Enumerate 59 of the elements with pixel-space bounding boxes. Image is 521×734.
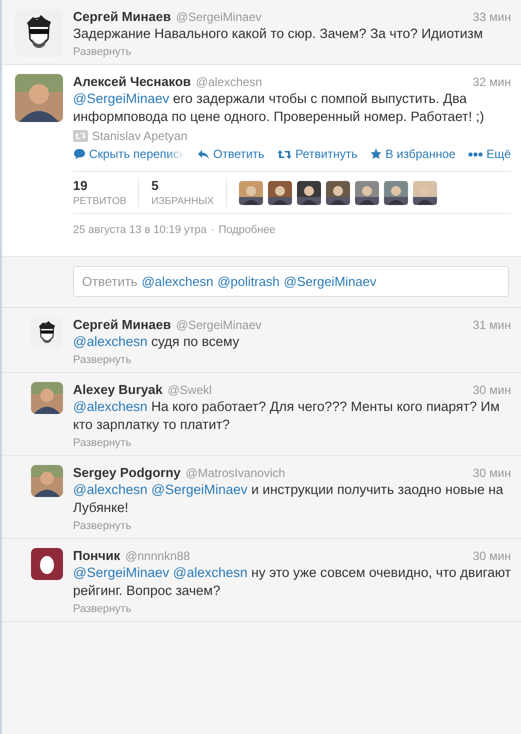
mention-link[interactable]: @alexchesn — [73, 482, 148, 497]
avatar-icon[interactable] — [31, 317, 63, 349]
reply-field[interactable]: Ответить @alexchesn @politrash @SergeiMinaev — [73, 266, 509, 297]
tweet-text: @alexchesn На кого работает? Для чего??? Менты кого пиарят? Им кто зарплатку то платит? — [73, 398, 501, 434]
reply-icon — [197, 148, 210, 160]
author-name[interactable]: Пончик — [73, 548, 120, 563]
separator: · — [210, 224, 214, 236]
tweet-text: @SergeiMinaev @alexchesn ну это уже совсем очевидно, что двигают рейгинг. Вопрос зачем? — [73, 564, 511, 600]
speech-bubble-icon — [73, 148, 86, 160]
tweet-action[interactable]: Ещё — [468, 147, 511, 161]
tweet-text: @alexchesn судя по всему — [73, 333, 240, 351]
tweet-action[interactable]: Скрыть переписк — [73, 147, 184, 161]
timestamp[interactable]: 30 мин — [472, 549, 511, 563]
author-name[interactable]: Сергей Минаев — [73, 9, 171, 24]
tweet-text: @SergeiMinaev его задержали чтобы с помпой выпустить. Два информповода по цене одного. Проверенный номер. Работает! ;) — [73, 90, 486, 126]
tweet-text: Задержание Навального какой то сюр. Зачем? За что? Идиотизм — [73, 25, 484, 43]
tweet-action[interactable]: Ответить — [197, 147, 264, 161]
author-handle[interactable]: @nnnnkn88 — [125, 549, 468, 563]
retweeted-by[interactable]: Stanislav Apetyan — [92, 129, 188, 143]
egg-avatar-icon[interactable] — [31, 548, 63, 580]
mention-link[interactable]: @SergeiMinaev — [73, 91, 170, 106]
timestamp[interactable]: 30 мин — [472, 383, 511, 397]
author-name[interactable]: Sergey Podgorny — [73, 465, 181, 480]
author-name[interactable]: Alexey Buryak — [73, 382, 163, 397]
author-name[interactable]: Алексей Чеснаков — [73, 74, 191, 89]
author-handle[interactable]: @Swekl — [168, 383, 468, 397]
details-link[interactable]: Подробнее — [218, 224, 276, 236]
mention-link[interactable]: @alexchesn — [173, 565, 248, 580]
tweet-date: 25 августа 13 в 10:19 утра — [73, 224, 207, 236]
mention-link[interactable]: @alexchesn — [73, 334, 148, 349]
expand-link[interactable]: Развернуть — [73, 520, 511, 532]
timestamp[interactable]: 31 мин — [472, 318, 511, 332]
author-name[interactable]: Сергей Минаев — [73, 317, 171, 332]
author-handle[interactable]: @SergeiMinaev — [176, 318, 468, 332]
stat-label: РЕТВИТОВ — [73, 196, 126, 207]
mention-link[interactable]: @alexchesn — [73, 399, 148, 414]
avatar-icon[interactable] — [15, 9, 63, 57]
expand-link[interactable]: Развернуть — [73, 603, 511, 615]
more-icon — [468, 152, 484, 156]
stat-count[interactable]: 5 — [151, 178, 214, 193]
timestamp[interactable]: 30 мин — [472, 466, 511, 480]
retweet-icon — [73, 130, 88, 142]
mention-link[interactable]: @SergeiMinaev — [151, 482, 248, 497]
timestamp[interactable]: 32 мин — [472, 75, 511, 89]
author-handle[interactable]: @SergeiMinaev — [176, 10, 468, 24]
author-handle[interactable]: @MatrosIvanovich — [186, 466, 468, 480]
tweet-action[interactable]: Ретвитнуть — [277, 147, 358, 161]
tweet-text: @alexchesn @SergeiMinaev и инструкции получить заодно новые на Лубянке! — [73, 481, 504, 517]
mention-link[interactable]: @SergeiMinaev — [73, 565, 170, 580]
tweet-action[interactable]: В избранное — [370, 147, 456, 161]
stat-count[interactable]: 19 — [73, 178, 126, 193]
timestamp[interactable]: 33 мин — [472, 10, 511, 24]
author-handle[interactable]: @alexchesn — [196, 75, 468, 89]
stat-label: ИЗБРАННЫХ — [151, 196, 214, 207]
star-icon — [370, 148, 382, 160]
expand-link[interactable]: Развернуть — [73, 46, 511, 58]
expand-link[interactable]: Развернуть — [73, 354, 511, 366]
expand-link[interactable]: Развернуть — [73, 437, 511, 449]
retweet-icon — [277, 148, 292, 160]
